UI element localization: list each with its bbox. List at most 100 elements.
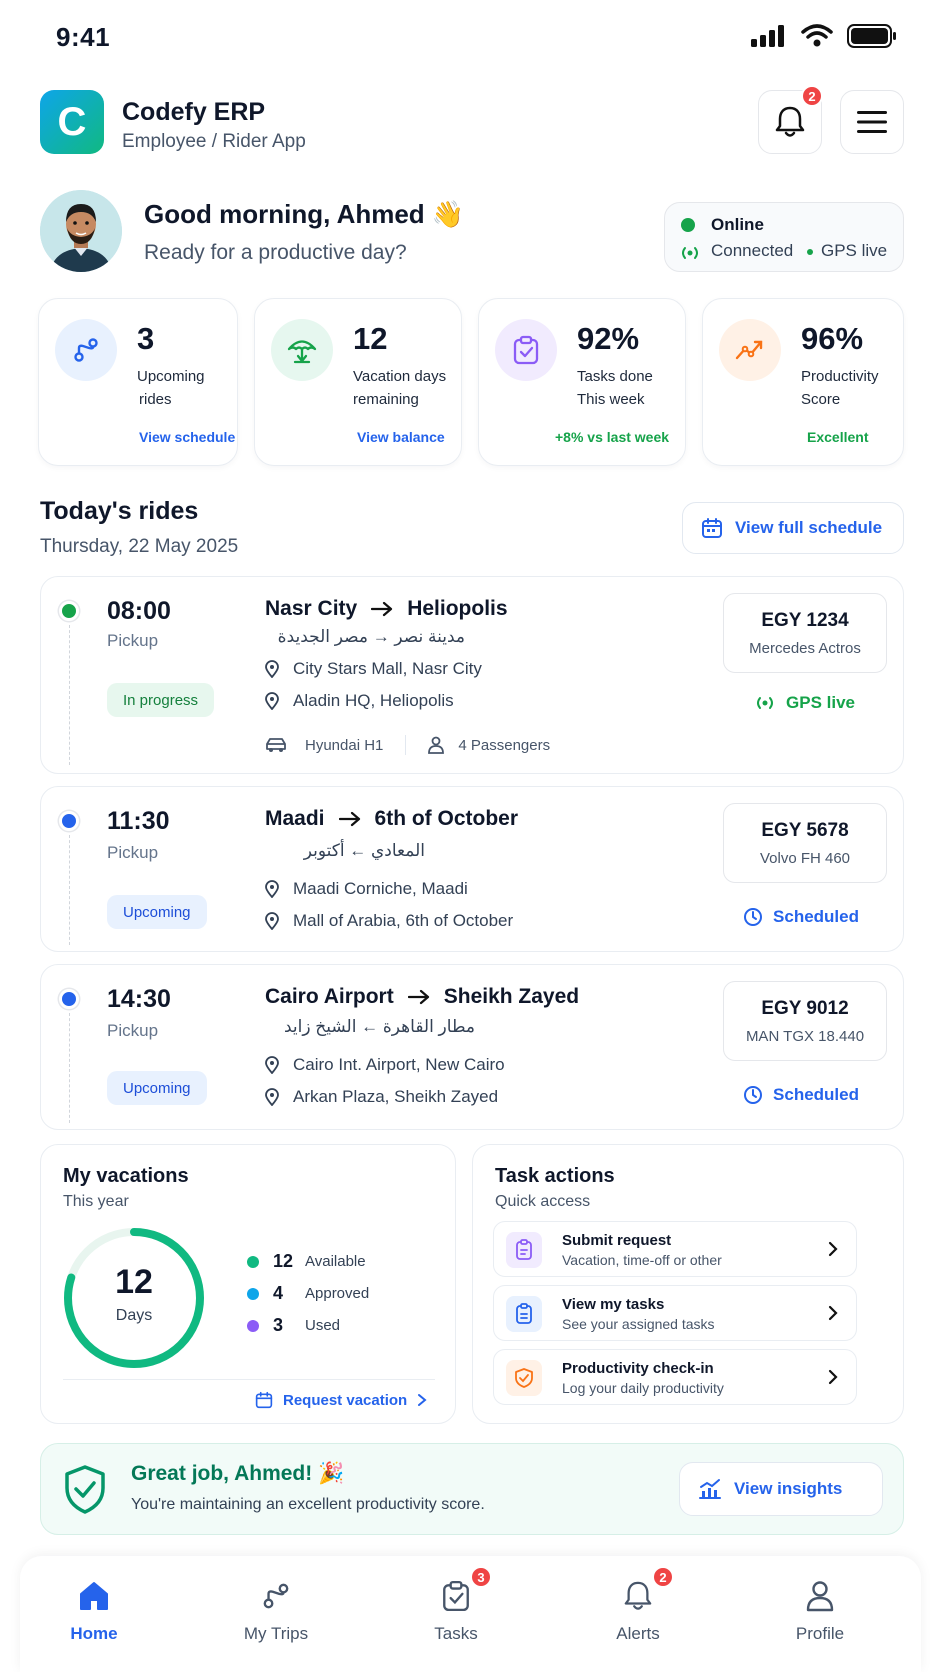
map-pin-icon — [265, 660, 279, 678]
vacations-subtitle: This year — [63, 1193, 129, 1210]
legend-dot — [247, 1255, 259, 1268]
ride-status-dot — [59, 989, 79, 1009]
tracking-status: Scheduled — [743, 907, 859, 927]
arrow-right-icon — [338, 811, 360, 827]
vehicle-plate-card: EGY 5678 Volvo FH 460 — [723, 803, 887, 883]
ride-pickup-label: Pickup — [107, 631, 159, 650]
divider — [63, 1379, 435, 1380]
plate-number: EGY 5678 — [761, 820, 849, 841]
stat-card-vacation[interactable]: 12 Vacation days remaining View balance — [254, 298, 462, 466]
task-actions-subtitle: Quick access — [495, 1193, 591, 1210]
submit-request-button[interactable]: Submit request Vacation, time-off or oth… — [493, 1221, 857, 1277]
view-insights-button[interactable]: View insights — [679, 1462, 883, 1516]
ride-status-dot — [59, 601, 79, 621]
route-icon — [263, 1583, 289, 1609]
ride-route: Cairo Airport Sheikh Zayed — [265, 985, 579, 1009]
approved-count: 4 — [273, 1283, 284, 1303]
status-badge: Upcoming — [107, 1071, 207, 1105]
umbrella-icon — [271, 319, 333, 381]
ride-card[interactable]: 08:00 Pickup In progress Nasr City Helio… — [40, 576, 904, 774]
vacations-card: My vacations This year 12 Days 12 Availa… — [40, 1144, 456, 1424]
stat-value: 3 — [137, 321, 155, 356]
task-list-icon — [506, 1296, 542, 1332]
pickup-location: City Stars Mall, Nasr City — [265, 659, 482, 679]
route-icon — [55, 319, 117, 381]
approved-label: Approved — [305, 1285, 370, 1302]
timeline-line — [69, 835, 70, 945]
tab-my-trips[interactable]: My Trips — [216, 1576, 336, 1644]
view-full-schedule-label: View full schedule — [735, 518, 883, 537]
status-badge: In progress — [107, 683, 215, 717]
available-count: 12 — [273, 1251, 294, 1271]
notification-badge: 2 — [801, 85, 823, 107]
legend-available: 12 Available — [247, 1251, 366, 1272]
tab-label: Alerts — [616, 1624, 660, 1643]
stat-card-rides[interactable]: 3 Upcoming rides View schedule — [38, 298, 238, 466]
hamburger-icon — [857, 111, 887, 133]
status-time: 9:41 — [56, 22, 111, 52]
user-icon — [806, 1581, 834, 1612]
user-icon — [428, 736, 445, 754]
vehicle-plate-card: EGY 9012 MAN TGX 18.440 — [723, 981, 887, 1061]
bell-icon — [624, 1581, 652, 1610]
stat-card-productivity[interactable]: 96% Productivity Score Excellent — [702, 298, 904, 466]
calendar-icon — [255, 1391, 273, 1409]
route-from: Nasr City — [265, 597, 358, 620]
clipboard-check-icon — [443, 1580, 469, 1612]
banner-subtitle: You're maintaining an excellent producti… — [131, 1496, 485, 1513]
ride-route-arabic: المعادي ← أكتوبر — [303, 841, 425, 860]
ride-card[interactable]: 11:30 Pickup Upcoming Maadi 6th of Octob… — [40, 786, 904, 952]
tab-alerts[interactable]: 2 Alerts — [578, 1566, 698, 1644]
ride-card[interactable]: 14:30 Pickup Upcoming Cairo Airport Shei… — [40, 964, 904, 1130]
used-label: Used — [305, 1317, 341, 1334]
productivity-rating: Excellent — [807, 429, 869, 445]
map-pin-icon — [265, 1056, 279, 1074]
app-logo: C — [40, 90, 104, 154]
vehicle-plate-card: EGY 1234 Mercedes Actros — [723, 593, 887, 673]
greeting-subtitle: Ready for a productive day? — [144, 241, 407, 264]
stat-label: Upcoming rides — [137, 368, 205, 408]
connection-status-card: Online Connected GPS live — [664, 202, 904, 272]
action-title: View my tasks — [562, 1296, 665, 1313]
clipboard-check-icon — [495, 319, 557, 381]
notifications-button[interactable]: 2 — [758, 85, 823, 154]
ride-time: 14:30 — [107, 985, 171, 1013]
separator-dot — [807, 249, 813, 255]
truck-model: MAN TGX 18.440 — [745, 1028, 865, 1045]
view-full-schedule-button[interactable]: View full schedule — [682, 502, 904, 554]
tab-label: Tasks — [434, 1624, 478, 1643]
map-pin-icon — [265, 880, 279, 898]
stat-value: 92% — [577, 321, 640, 356]
car-icon — [266, 738, 286, 752]
view-balance-link[interactable]: View balance — [357, 429, 445, 445]
bell-icon — [775, 106, 805, 137]
vacations-title: My vacations — [63, 1165, 189, 1187]
tasks-badge: 3 — [470, 1566, 492, 1588]
ride-status-dot — [59, 811, 79, 831]
calendar-icon — [702, 518, 722, 538]
avatar[interactable] — [40, 190, 122, 272]
route-to: 6th of October — [374, 807, 519, 830]
tab-label: My Trips — [243, 1624, 309, 1643]
online-label: Online — [711, 215, 764, 234]
logo-letter: C — [57, 99, 87, 144]
menu-button[interactable] — [840, 90, 904, 154]
ride-time: 11:30 — [107, 807, 170, 835]
arrow-right-icon — [371, 601, 393, 617]
map-pin-icon — [265, 1088, 279, 1106]
task-actions-title: Task actions — [495, 1165, 615, 1187]
chevron-right-icon — [828, 1305, 838, 1321]
view-schedule-link[interactable]: View schedule — [139, 429, 235, 445]
legend-approved: 4 Approved — [247, 1283, 369, 1304]
stat-card-tasks[interactable]: 92% Tasks done This week +8% vs last week — [478, 298, 686, 466]
banner-title: Great job, Ahmed! 🎉 — [131, 1462, 345, 1485]
productivity-checkin-button[interactable]: Productivity check-in Log your daily pro… — [493, 1349, 857, 1405]
tab-tasks[interactable]: 3 Tasks — [396, 1566, 516, 1644]
view-my-tasks-button[interactable]: View my tasks See your assigned tasks — [493, 1285, 857, 1341]
tab-profile[interactable]: Profile — [760, 1576, 880, 1644]
request-vacation-link[interactable]: Request vacation — [255, 1391, 427, 1409]
tab-label: Profile — [795, 1624, 845, 1643]
legend-dot — [247, 1319, 259, 1332]
tab-home[interactable]: Home — [34, 1576, 154, 1644]
tracking-status: GPS live — [754, 693, 855, 713]
